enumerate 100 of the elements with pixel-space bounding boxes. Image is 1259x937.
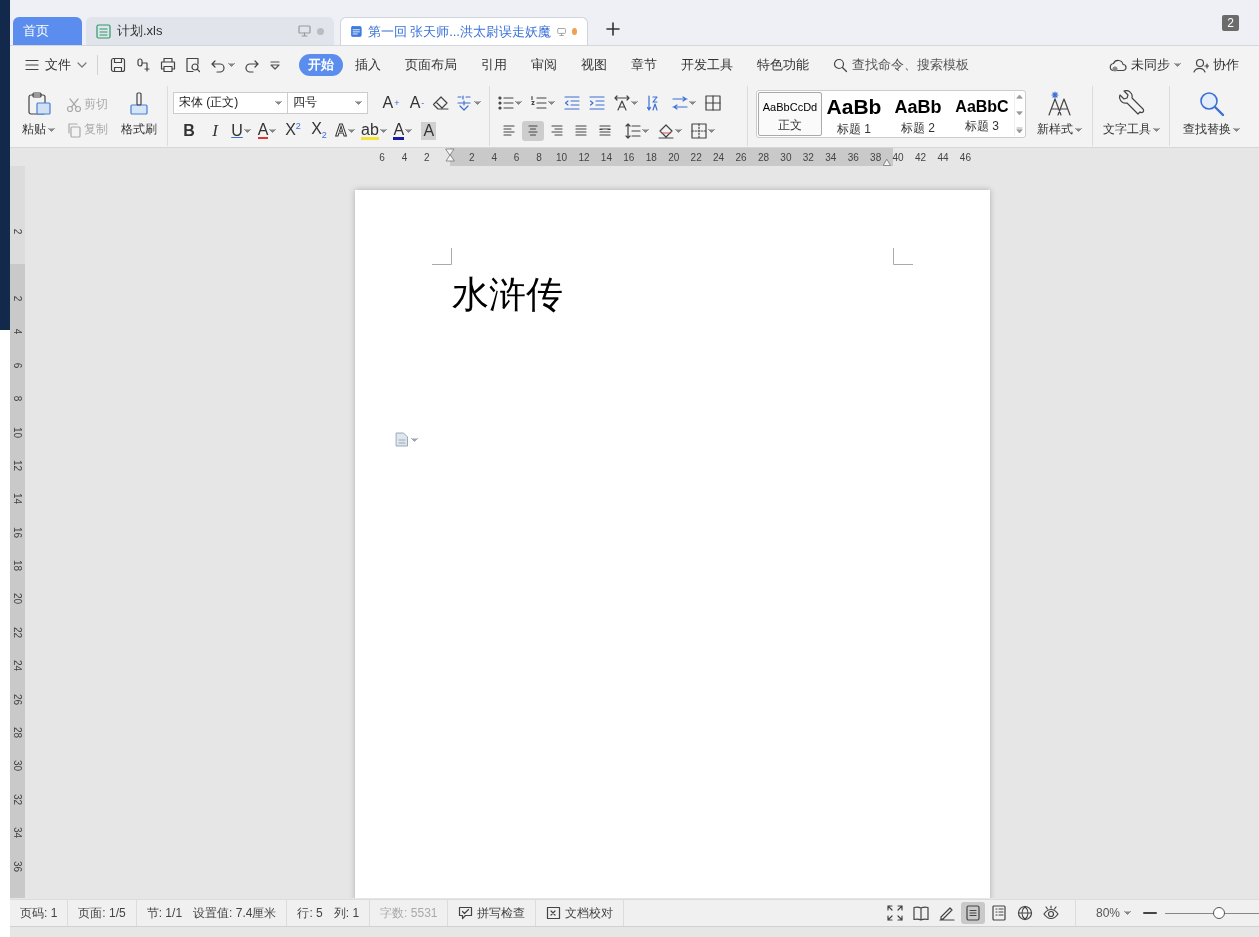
- zoom-out-icon[interactable]: [1143, 911, 1157, 915]
- caret-icon[interactable]: [689, 100, 696, 105]
- save-icon[interactable]: [110, 57, 126, 73]
- tab[interactable]: 第一回 张天师...洪太尉误走妖魔: [340, 17, 588, 45]
- caret-icon[interactable]: [1174, 63, 1181, 67]
- table-icon[interactable]: [705, 94, 721, 111]
- ruler-number: 44: [937, 151, 949, 163]
- chevron-icon[interactable]: [77, 62, 87, 68]
- align-left-icon: [503, 123, 515, 138]
- status-text: 行: 5: [297, 904, 323, 922]
- caret-icon[interactable]: [228, 63, 235, 67]
- caret-icon[interactable]: [347, 128, 355, 133]
- document-review-button[interactable]: 文档校对: [536, 900, 625, 926]
- caret-icon[interactable]: [275, 100, 282, 105]
- zoom-button[interactable]: 80%: [1074, 900, 1143, 926]
- print-icon[interactable]: [160, 57, 176, 73]
- borders-icon[interactable]: [691, 122, 707, 139]
- ribbon-tab[interactable]: 章节: [619, 54, 669, 76]
- caret-icon[interactable]: [1233, 127, 1240, 132]
- bullet-list-icon[interactable]: [498, 94, 514, 111]
- print-preview-icon[interactable]: [185, 57, 201, 73]
- caret-icon[interactable]: [411, 437, 418, 442]
- strikethrough-button[interactable]: A: [257, 118, 277, 143]
- italic-button[interactable]: I: [205, 118, 225, 143]
- underline-button[interactable]: U: [231, 118, 251, 143]
- status-text: 页码: 1: [20, 904, 58, 922]
- caret-icon[interactable]: [642, 128, 649, 133]
- file-menu[interactable]: 文件: [25, 56, 87, 74]
- ribbon-tab[interactable]: 引用: [469, 54, 519, 76]
- style-item[interactable]: AaBb 标题 1: [822, 92, 886, 136]
- person-icon[interactable]: [1193, 57, 1209, 73]
- format-painter-button[interactable]: 格式刷: [118, 90, 160, 138]
- window-count-badge[interactable]: 2: [1222, 14, 1239, 31]
- caret-icon[interactable]: [355, 100, 362, 105]
- tab[interactable]: 计划.xls: [86, 17, 334, 45]
- subscript-button[interactable]: X$_{2}$: [309, 118, 329, 143]
- adjust-spacing-icon[interactable]: [672, 94, 688, 111]
- text-direction-icon[interactable]: [614, 94, 630, 111]
- scroll-down-icon[interactable]: [1016, 110, 1023, 116]
- paste-button[interactable]: 粘贴: [19, 90, 58, 138]
- menu-icon[interactable]: [25, 59, 39, 71]
- cloud-icon[interactable]: [1109, 58, 1127, 72]
- add-tab-icon[interactable]: [606, 22, 620, 36]
- share-button[interactable]: 协作: [1193, 56, 1239, 74]
- align-center-button[interactable]: [522, 120, 544, 141]
- monitor-icon[interactable]: [556, 25, 567, 38]
- indent-marker-icon[interactable]: [445, 148, 455, 164]
- ribbon-tab[interactable]: 视图: [569, 54, 619, 76]
- bold-button[interactable]: B: [179, 118, 199, 143]
- customize-icon[interactable]: [269, 59, 281, 71]
- style-item[interactable]: AaBb 标题 2: [886, 92, 950, 136]
- caret-icon[interactable]: [1152, 127, 1160, 132]
- find-replace-button[interactable]: 查找替换: [1180, 90, 1243, 138]
- search-field[interactable]: 查找命令、搜索模板: [852, 56, 969, 74]
- ribbon-tab[interactable]: 页面布局: [393, 54, 469, 76]
- new-style-button[interactable]: 新样式: [1034, 90, 1085, 138]
- style-item[interactable]: AaBbC 标题 3: [950, 92, 1014, 136]
- scroll-up-icon[interactable]: [1016, 94, 1023, 99]
- ribbon-tab[interactable]: 审阅: [519, 54, 569, 76]
- shading-icon[interactable]: [658, 122, 674, 139]
- text-tools-button[interactable]: 文字工具: [1099, 90, 1163, 138]
- ribbon-tab[interactable]: 特色功能: [745, 54, 821, 76]
- line-spacing-icon[interactable]: [625, 122, 641, 139]
- caret-icon[interactable]: [675, 128, 682, 133]
- font-name-field[interactable]: 宋体 (正文): [173, 91, 288, 114]
- view-mode-button[interactable]: [960, 902, 985, 924]
- highlight-button[interactable]: ab: [361, 118, 387, 143]
- search-icon[interactable]: [833, 57, 848, 73]
- ribbon-tab[interactable]: 开发工具: [669, 54, 745, 76]
- slider-thumb[interactable]: [1212, 906, 1225, 919]
- spreadsheet-icon: [96, 23, 111, 39]
- caret-icon[interactable]: [708, 128, 715, 133]
- caret-icon[interactable]: [548, 100, 555, 105]
- caret-icon[interactable]: [515, 100, 522, 105]
- decrease-indent-icon[interactable]: [564, 94, 580, 111]
- eraser-icon[interactable]: [432, 94, 450, 111]
- ribbon-tab[interactable]: 插入: [343, 54, 393, 76]
- numbered-list-icon[interactable]: [531, 94, 547, 111]
- caret-icon[interactable]: [1075, 127, 1082, 132]
- font-size-field[interactable]: 四号: [288, 91, 368, 114]
- caret-icon[interactable]: [379, 128, 387, 133]
- paste-options-icon[interactable]: [395, 432, 409, 447]
- caret-icon[interactable]: [48, 127, 55, 132]
- increase-indent-icon[interactable]: [589, 94, 605, 111]
- ruler-number: 20: [668, 151, 680, 163]
- caret-icon[interactable]: [1124, 911, 1131, 915]
- caret-icon[interactable]: [631, 100, 638, 105]
- caret-icon[interactable]: [474, 100, 481, 105]
- superscript-button[interactable]: X$^{2}$: [283, 118, 303, 143]
- style-item[interactable]: AaBbCcDd 正文: [758, 92, 822, 136]
- caret-icon[interactable]: [269, 128, 277, 133]
- spell-check-icon[interactable]: [458, 906, 474, 920]
- text-effect-button[interactable]: A: [335, 118, 355, 143]
- caret-icon[interactable]: [243, 128, 251, 133]
- monitor-icon[interactable]: [298, 25, 311, 37]
- font-color-button[interactable]: A: [392, 118, 413, 143]
- spell-check-button[interactable]: 拼写检查: [448, 900, 537, 926]
- sync-button[interactable]: 未同步: [1109, 56, 1181, 74]
- caret-icon[interactable]: [405, 128, 413, 133]
- expand-icon[interactable]: [1016, 127, 1023, 134]
